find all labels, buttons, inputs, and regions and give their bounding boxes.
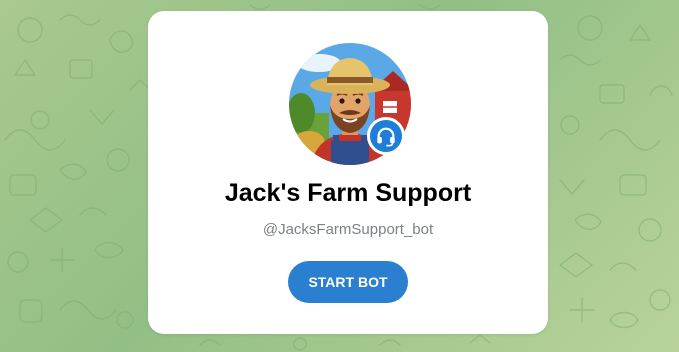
headset-icon xyxy=(367,117,405,155)
bot-username: @JacksFarmSupport_bot xyxy=(262,221,434,238)
bot-avatar xyxy=(289,43,411,165)
bot-title: Jack's Farm Support xyxy=(224,179,472,207)
bot-card: Jack's Farm Support @JacksFarmSupport_bo… xyxy=(148,11,548,334)
start-bot-button[interactable]: START BOT xyxy=(288,261,408,303)
